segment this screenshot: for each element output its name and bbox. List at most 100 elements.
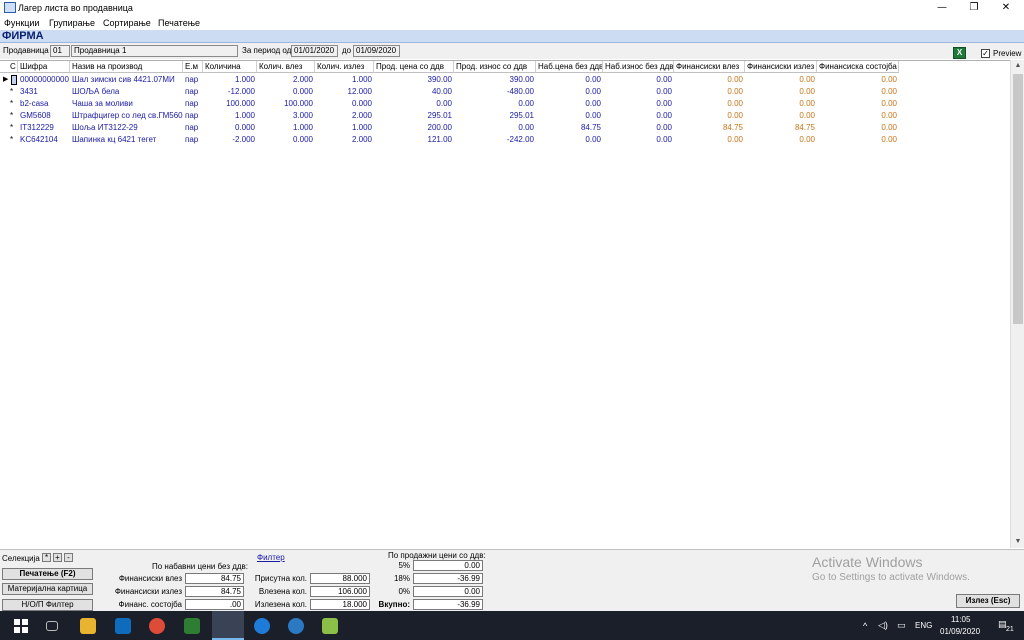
scroll-up-icon[interactable]: ▲ (1011, 60, 1024, 72)
file-explorer-icon[interactable] (80, 618, 96, 634)
store-name-field[interactable]: Продавница 1 (71, 45, 238, 57)
col-product-name-cell: Шал зимски сив 4421.07МИ (72, 75, 175, 84)
clock-time[interactable]: 11:05 (951, 615, 970, 624)
col-status-cell: * (10, 87, 14, 96)
col-fin-state-header[interactable]: Финансиска состојба (817, 61, 899, 73)
vertical-scrollbar[interactable]: ▲ ▼ (1010, 60, 1024, 548)
select-remove-button[interactable]: - (64, 553, 73, 562)
col-qty-out-header[interactable]: Колич. излез (315, 61, 374, 73)
task-view-icon[interactable] (46, 621, 58, 631)
restore-button[interactable]: ❐ (958, 0, 990, 16)
col-purchase-amount-cell: 0.00 (656, 111, 672, 120)
material-card-button[interactable]: Материјална картица (2, 583, 93, 595)
exit-button[interactable]: Излез (Esc) (956, 594, 1020, 608)
table-row[interactable]: * GM5608 Штрафцигер со лед св.ГМ5608 пар 1.0… (0, 110, 900, 122)
fin-out-value: 84.75 (185, 586, 244, 597)
col-code-cell: 3431 (20, 87, 38, 96)
language-indicator[interactable]: ENG (915, 621, 932, 630)
table-row[interactable]: * b2-casa Чаша за моливи пар 100.000 100.000 0… (0, 98, 900, 110)
table-row[interactable]: * KC642104 Шапинка кц 6421 тегет пар -2.000 0… (0, 134, 900, 146)
app-icon-blue[interactable] (288, 618, 304, 634)
print-button[interactable]: Печатење (F2) (2, 568, 93, 580)
col-purchase-amount-header[interactable]: Наб.износ без ддв (603, 61, 674, 73)
date-to-field[interactable]: 01/09/2020 (353, 45, 400, 57)
col-status-cell: * (10, 135, 14, 144)
app-icon (4, 2, 16, 13)
col-sale-price-header[interactable]: Прод. цена со ддв (374, 61, 454, 73)
col-qty-out-cell: 12.000 (347, 87, 372, 96)
col-qty-out-cell: 0.000 (351, 99, 372, 108)
col-code-header[interactable]: Шифра (18, 61, 70, 73)
col-code-cell: IT312229 (20, 123, 54, 132)
clock-date[interactable]: 01/09/2020 (940, 627, 980, 636)
col-qty-in-header[interactable]: Колич. влез (257, 61, 315, 73)
current-row-indicator-icon: ▶ (3, 76, 9, 83)
menu-sorting[interactable]: Сортирање (103, 18, 151, 28)
volume-icon[interactable]: ◁) (878, 620, 888, 631)
col-purchase-price-header[interactable]: Наб.цена без ддв (536, 61, 603, 73)
windows-start-icon[interactable] (14, 619, 28, 633)
activation-watermark-title: Activate Windows (812, 554, 923, 570)
col-status-header[interactable]: С (0, 61, 18, 73)
col-fin-in-header[interactable]: Финансиски влез (674, 61, 745, 73)
teamviewer-icon[interactable] (254, 618, 270, 634)
col-quantity-header[interactable]: Количина (203, 61, 257, 73)
col-product-name-cell: Штрафцигер со лед св.ГМ5608 (72, 111, 183, 120)
col-sale-amount-header[interactable]: Прод. износ со ддв (454, 61, 536, 73)
preview-checkbox[interactable]: ✓ (981, 49, 990, 58)
fin-in-label: Финансиски влез (118, 574, 182, 583)
menu-printing[interactable]: Печатење (158, 18, 200, 28)
col-qty-in-cell: 0.000 (292, 87, 313, 96)
period-label: За период од (242, 46, 292, 55)
paint-icon[interactable] (322, 618, 338, 634)
col-unit-cell: пар (185, 87, 199, 96)
date-from-field[interactable]: 01/01/2020 (291, 45, 338, 57)
col-fin-out-cell: 0.00 (799, 87, 815, 96)
minimize-button[interactable]: — (926, 0, 958, 16)
app-icon-green[interactable] (184, 618, 200, 634)
col-status-cell (10, 74, 18, 86)
col-fin-state-cell: 0.00 (881, 123, 897, 132)
outlook-icon[interactable] (115, 618, 131, 634)
vat18-label: 18% (393, 574, 410, 583)
excel-export-icon[interactable]: X (953, 47, 966, 59)
table-row[interactable]: * 3431 ШОЉА бела пар -12.000 0.000 12.000 40.00… (0, 86, 900, 98)
col-product-name-header[interactable]: Назив на производ (70, 61, 183, 73)
fin-in-value: 84.75 (185, 573, 244, 584)
store-code-field[interactable]: 01 (50, 45, 70, 57)
table-row[interactable]: ▶ 00000000000 Шал зимски сив 4421.07МИ пар 1… (0, 74, 900, 86)
col-purchase-amount-cell: 0.00 (656, 75, 672, 84)
col-purchase-price-cell: 0.00 (585, 87, 601, 96)
col-fin-out-header[interactable]: Финансиски излез (745, 61, 817, 73)
active-app-icon[interactable] (212, 611, 244, 640)
col-purchase-amount-cell: 0.00 (656, 135, 672, 144)
col-sale-amount-cell: 0.00 (518, 123, 534, 132)
select-all-button[interactable]: * (42, 553, 51, 562)
col-fin-in-cell: 0.00 (727, 87, 743, 96)
total-label: Вкупно: (378, 600, 410, 609)
store-label: Продавница (3, 46, 49, 55)
col-unit-header[interactable]: Е.м (183, 61, 203, 73)
col-fin-state-cell: 0.00 (881, 87, 897, 96)
vat0-value: 0.00 (413, 586, 483, 597)
col-product-name-cell: Шоља ИТ3122-29 (72, 123, 138, 132)
col-purchase-price-cell: 0.00 (585, 75, 601, 84)
filter-link[interactable]: Филтер (257, 553, 285, 562)
close-button[interactable]: ✕ (990, 0, 1022, 16)
chrome-icon[interactable] (149, 618, 165, 634)
table-row[interactable]: * IT312229 Шоља ИТ3122-29 пар 0.000 1.000 1.00… (0, 122, 900, 134)
menu-grouping[interactable]: Групирање (49, 18, 95, 28)
network-icon[interactable]: ▭ (897, 620, 906, 631)
present-qty-label: Присутна кол. (254, 574, 307, 583)
nop-filter-button[interactable]: Н/О/П Филтер (2, 599, 93, 611)
col-unit-cell: пар (185, 75, 199, 84)
menu-functions[interactable]: Функции (4, 18, 39, 28)
scroll-down-icon[interactable]: ▼ (1011, 536, 1024, 548)
col-fin-in-cell: 0.00 (727, 75, 743, 84)
col-qty-out-cell: 2.000 (351, 111, 372, 120)
stock-table: С Шифра Назив на производ Е.м Количина Колич.… (0, 60, 1010, 548)
scroll-thumb[interactable] (1013, 74, 1023, 324)
col-unit-cell: пар (185, 99, 199, 108)
tray-chevron-icon[interactable]: ^ (863, 621, 867, 631)
select-add-button[interactable]: + (53, 553, 62, 562)
